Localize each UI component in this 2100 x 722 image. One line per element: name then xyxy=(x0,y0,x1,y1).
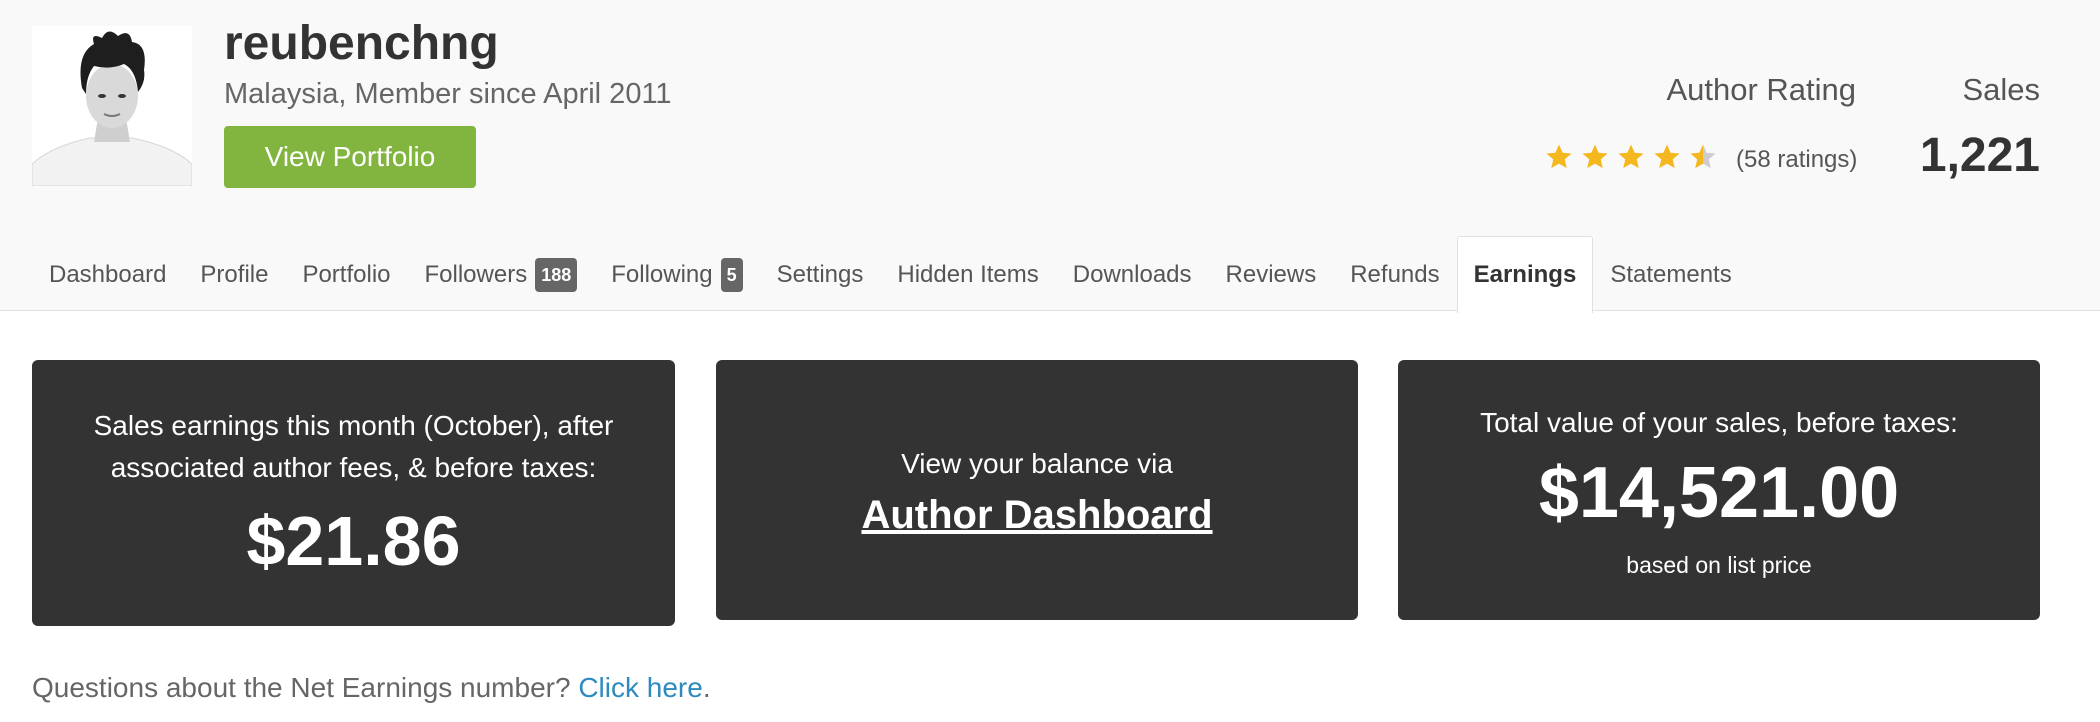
help-text: Questions about the Net Earnings number? xyxy=(32,672,579,703)
profile-tabs: Dashboard Profile Portfolio Followers 188… xyxy=(32,236,1749,313)
member-location: Malaysia, Member since April 2011 xyxy=(224,78,672,110)
followers-count-badge: 188 xyxy=(535,257,578,292)
tab-label: Refunds xyxy=(1350,260,1440,288)
rating-stars xyxy=(1544,142,1718,178)
total-sales-note: based on list price xyxy=(1626,551,1812,578)
monthly-earnings-card: Sales earnings this month (October), aft… xyxy=(32,360,675,626)
profile-header: reubenchng Malaysia, Member since April … xyxy=(0,0,2100,313)
tab-label: Portfolio xyxy=(302,260,391,288)
tab-settings[interactable]: Settings xyxy=(760,236,881,312)
tab-earnings[interactable]: Earnings xyxy=(1456,236,1594,313)
tab-label: Hidden Items xyxy=(897,260,1039,288)
tab-label: Profile xyxy=(200,260,269,288)
star-icon xyxy=(1618,144,1644,169)
view-portfolio-button[interactable]: View Portfolio xyxy=(224,126,476,188)
username: reubenchng xyxy=(224,17,499,70)
help-click-here-link[interactable]: Click here xyxy=(578,672,702,703)
sales-label: Sales xyxy=(1962,72,2040,107)
net-earnings-help: Questions about the Net Earnings number?… xyxy=(32,672,711,704)
balance-description: View your balance via xyxy=(901,447,1173,479)
rating-count: (58 ratings) xyxy=(1736,146,1858,173)
tab-refunds[interactable]: Refunds xyxy=(1333,236,1456,312)
tab-hidden-items[interactable]: Hidden Items xyxy=(880,236,1055,312)
author-rating-label: Author Rating xyxy=(1666,72,1856,107)
avatar[interactable] xyxy=(32,26,192,186)
following-count-badge: 5 xyxy=(720,257,743,292)
monthly-earnings-description: Sales earnings this month (October), aft… xyxy=(93,410,614,483)
total-sales-description: Total value of your sales, before taxes: xyxy=(1480,406,1958,438)
half-star-icon xyxy=(1690,144,1716,169)
tab-label: Earnings xyxy=(1473,261,1577,288)
star-icon xyxy=(1654,144,1680,169)
monthly-earnings-amount: $21.86 xyxy=(246,502,461,580)
tab-statements[interactable]: Statements xyxy=(1593,236,1748,312)
sales-count: 1,221 xyxy=(1919,129,2040,182)
total-sales-amount: $14,521.00 xyxy=(1538,452,1900,533)
tab-label: Following xyxy=(611,260,713,288)
tab-label: Dashboard xyxy=(49,260,167,288)
tab-label: Statements xyxy=(1610,260,1732,288)
star-icon xyxy=(1582,144,1608,169)
tab-dashboard[interactable]: Dashboard xyxy=(32,236,183,312)
tab-followers[interactable]: Followers 188 xyxy=(408,236,595,312)
author-dashboard-link[interactable]: Author Dashboard xyxy=(861,493,1212,538)
tab-label: Downloads xyxy=(1072,260,1192,288)
tab-following[interactable]: Following 5 xyxy=(594,236,759,312)
help-suffix: . xyxy=(702,672,711,703)
tab-label: Reviews xyxy=(1225,260,1317,288)
tab-reviews[interactable]: Reviews xyxy=(1209,236,1334,312)
tab-label: Settings xyxy=(776,260,864,288)
balance-card: View your balance via Author Dashboard xyxy=(716,360,1358,620)
tab-label: Followers xyxy=(424,260,528,288)
total-sales-card: Total value of your sales, before taxes:… xyxy=(1398,360,2040,620)
tab-downloads[interactable]: Downloads xyxy=(1056,236,1209,312)
tab-portfolio[interactable]: Portfolio xyxy=(285,236,407,312)
tab-profile[interactable]: Profile xyxy=(183,236,285,312)
star-icon xyxy=(1546,144,1572,169)
